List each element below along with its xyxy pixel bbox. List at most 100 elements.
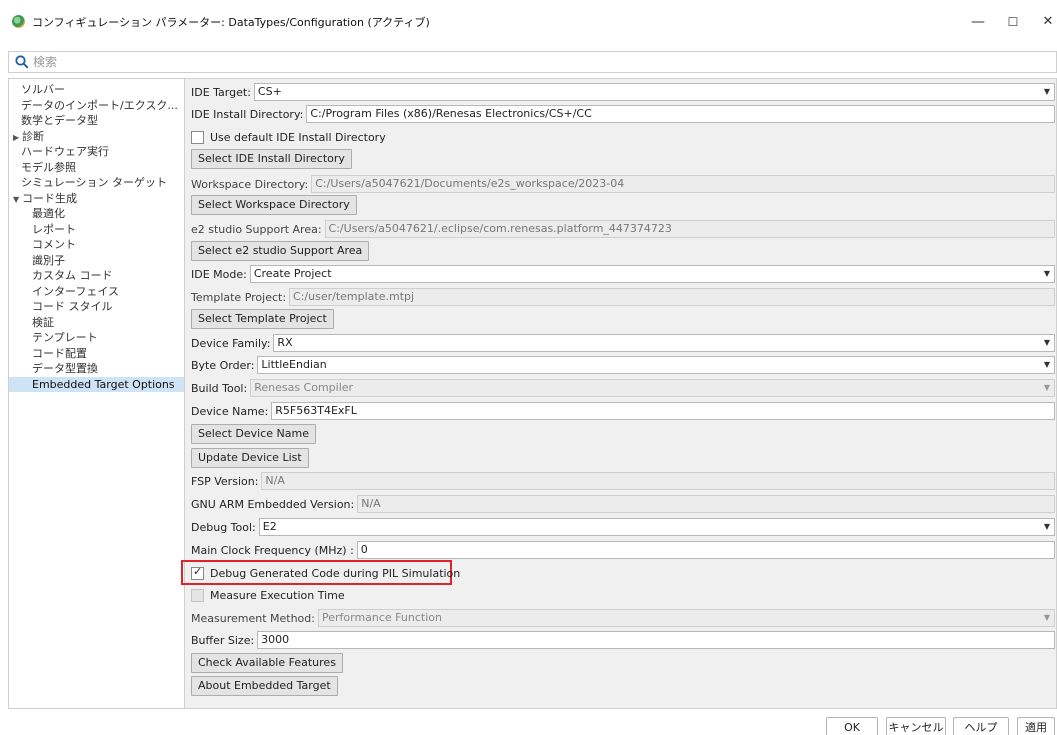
tree-item-hardware-implementation[interactable]: ハードウェア実行 xyxy=(9,144,184,160)
select-ide-install-dir-button[interactable]: Select IDE Install Directory xyxy=(191,149,352,169)
device-family-row: Device Family: RX ▼ xyxy=(191,333,1055,353)
main-clock-field[interactable]: 0 xyxy=(356,541,1055,559)
ide-mode-row: IDE Mode: Create Project ▼ xyxy=(191,264,1055,284)
tree-item-simulation-target[interactable]: シミュレーション ターゲット xyxy=(9,175,184,191)
e2-support-label: e2 studio Support Area: xyxy=(191,222,322,236)
device-name-label: Device Name: xyxy=(191,404,269,418)
debug-generated-label: Debug Generated Code during PIL Simulati… xyxy=(210,566,461,580)
app-icon xyxy=(12,15,25,28)
tree-item-comments[interactable]: コメント xyxy=(9,237,184,253)
measurement-method-value: Performance Function xyxy=(321,611,442,624)
measure-exec-checkbox[interactable] xyxy=(191,588,204,602)
dropdown-arrow-icon: ▼ xyxy=(1043,87,1050,96)
about-embedded-target-button[interactable]: About Embedded Target xyxy=(191,676,338,696)
build-tool-value: Renesas Compiler xyxy=(254,381,354,394)
help-button[interactable]: ヘルプ xyxy=(953,717,1009,735)
use-default-ide-checkbox[interactable] xyxy=(191,130,204,144)
byte-order-label: Byte Order: xyxy=(191,358,255,372)
measurement-method-select: Performance Function ▼ xyxy=(317,609,1055,627)
device-family-select[interactable]: RX ▼ xyxy=(273,334,1055,352)
use-default-ide-label: Use default IDE Install Directory xyxy=(210,130,386,144)
tree-item-interface[interactable]: インターフェイス xyxy=(9,284,184,300)
tree-item-code-placement[interactable]: コード配置 xyxy=(9,346,184,362)
debug-generated-checkbox[interactable]: ✓ xyxy=(191,565,204,580)
e2-support-field: C:/Users/a5047621/.eclipse/com.renesas.p… xyxy=(324,220,1055,238)
collapse-arrow-icon[interactable]: ▼ xyxy=(13,192,22,207)
expand-arrow-icon[interactable]: ▶ xyxy=(13,130,22,145)
ide-install-dir-field[interactable]: C:/Program Files (x86)/Renesas Electroni… xyxy=(306,105,1055,123)
build-tool-select: Renesas Compiler ▼ xyxy=(250,379,1055,397)
tree-item-math-data-types[interactable]: 数学とデータ型 xyxy=(9,113,184,129)
ide-install-dir-label: IDE Install Directory: xyxy=(191,107,304,121)
workspace-dir-label: Workspace Directory: xyxy=(191,177,309,191)
tree-item-model-referencing[interactable]: モデル参照 xyxy=(9,160,184,176)
ide-target-value: CS+ xyxy=(257,85,282,98)
tree-item-data-import-export[interactable]: データのインポート/エクスク... xyxy=(9,98,184,114)
tree-item-code-style[interactable]: コード スタイル xyxy=(9,299,184,315)
gnu-arm-field: N/A xyxy=(357,495,1055,513)
ide-target-label: IDE Target: xyxy=(191,85,251,99)
search-icon xyxy=(15,55,29,69)
ok-button[interactable]: OK xyxy=(826,717,878,735)
tree-item-code-generation[interactable]: ▼ コード生成 xyxy=(9,191,184,207)
dropdown-arrow-icon: ▼ xyxy=(1043,338,1050,347)
dropdown-arrow-icon: ▼ xyxy=(1043,522,1050,531)
buffer-size-row: Buffer Size: 3000 xyxy=(191,630,1055,650)
measure-exec-label: Measure Execution Time xyxy=(210,588,345,602)
tree-item-data-type-replacement[interactable]: データ型置換 xyxy=(9,361,184,377)
tree-item-identifiers[interactable]: 識別子 xyxy=(9,253,184,269)
main-clock-row: Main Clock Frequency (MHz) : 0 xyxy=(191,540,1055,560)
tree-item-report[interactable]: レポート xyxy=(9,222,184,238)
select-workspace-dir-button[interactable]: Select Workspace Directory xyxy=(191,195,357,215)
fsp-version-field: N/A xyxy=(261,472,1055,490)
tree-item-solver[interactable]: ソルバー xyxy=(9,82,184,98)
e2-support-row: e2 studio Support Area: C:/Users/a504762… xyxy=(191,219,1055,239)
device-family-value: RX xyxy=(277,336,293,349)
ide-target-select[interactable]: CS+ ▼ xyxy=(253,83,1055,101)
select-device-name-row: Select Device Name xyxy=(191,424,316,444)
select-workspace-row: Select Workspace Directory xyxy=(191,195,357,215)
dropdown-arrow-icon: ▼ xyxy=(1043,613,1050,622)
update-device-list-button[interactable]: Update Device List xyxy=(191,448,309,468)
tree-item-label: 診断 xyxy=(22,129,44,143)
tree-item-embedded-target-options[interactable]: Embedded Target Options xyxy=(9,376,184,392)
select-e2-support-row: Select e2 studio Support Area xyxy=(191,241,370,261)
buffer-size-label: Buffer Size: xyxy=(191,633,255,647)
cancel-button[interactable]: キャンセル xyxy=(886,717,946,735)
template-project-row: Template Project: C:/user/template.mtpj xyxy=(191,287,1055,307)
ide-target-row: IDE Target: CS+ ▼ xyxy=(191,82,1055,102)
buffer-size-field[interactable]: 3000 xyxy=(257,631,1055,649)
select-template-project-button[interactable]: Select Template Project xyxy=(191,309,334,329)
gnu-arm-row: GNU ARM Embedded Version: N/A xyxy=(191,494,1055,514)
select-device-name-button[interactable]: Select Device Name xyxy=(191,424,316,444)
device-name-row: Device Name: R5F563T4ExFL xyxy=(191,401,1055,421)
search-input[interactable] xyxy=(33,54,933,70)
byte-order-select[interactable]: LittleEndian ▼ xyxy=(257,356,1055,374)
dropdown-arrow-icon: ▼ xyxy=(1043,269,1050,278)
tree-item-verification[interactable]: 検証 xyxy=(9,315,184,331)
tree-item-custom-code[interactable]: カスタム コード xyxy=(9,268,184,284)
ide-mode-select[interactable]: Create Project ▼ xyxy=(249,265,1055,283)
ide-mode-label: IDE Mode: xyxy=(191,267,247,281)
gnu-arm-label: GNU ARM Embedded Version: xyxy=(191,497,355,511)
use-default-ide-row: Use default IDE Install Directory xyxy=(185,127,386,147)
byte-order-value: LittleEndian xyxy=(261,358,327,371)
select-e2-support-button[interactable]: Select e2 studio Support Area xyxy=(191,241,370,261)
apply-button[interactable]: 適用 xyxy=(1017,717,1055,735)
maximize-button[interactable]: ☐ xyxy=(1001,11,1025,33)
tree-item-optimization[interactable]: 最適化 xyxy=(9,206,184,222)
fsp-version-row: FSP Version: N/A xyxy=(191,471,1055,491)
minimize-button[interactable]: — xyxy=(966,11,990,33)
tree-item-diagnostics[interactable]: ▶ 診断 xyxy=(9,129,184,145)
ide-install-dir-row: IDE Install Directory: C:/Program Files … xyxy=(191,104,1055,124)
measurement-method-row: Measurement Method: Performance Function… xyxy=(191,608,1055,628)
debug-tool-select[interactable]: E2 ▼ xyxy=(258,518,1055,536)
close-button[interactable]: ✕ xyxy=(1036,11,1057,33)
select-template-row: Select Template Project xyxy=(191,309,334,329)
measure-exec-row: Measure Execution Time xyxy=(185,585,345,605)
build-tool-label: Build Tool: xyxy=(191,381,248,395)
device-name-field[interactable]: R5F563T4ExFL xyxy=(271,402,1055,420)
check-features-row: Check Available Features xyxy=(191,653,343,673)
tree-item-templates[interactable]: テンプレート xyxy=(9,330,184,346)
check-available-features-button[interactable]: Check Available Features xyxy=(191,653,343,673)
